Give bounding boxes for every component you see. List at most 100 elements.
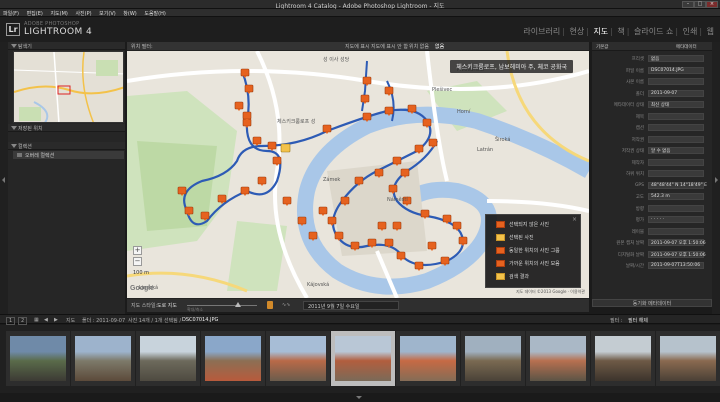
photo-pin[interactable] [360, 94, 370, 103]
photo-pin[interactable] [384, 238, 394, 247]
filter-not-visible[interactable]: 지도에 표시 안 함 [371, 43, 408, 50]
module-map[interactable]: 지도 [591, 27, 610, 36]
module-print[interactable]: 인쇄 [681, 27, 700, 36]
photo-pin[interactable] [257, 176, 267, 185]
menu-map[interactable]: 지도(M) [47, 9, 70, 17]
filter-select[interactable]: 필터 해제 [628, 317, 648, 324]
photo-pin[interactable] [458, 236, 468, 245]
filmstrip-thumbnail[interactable] [136, 331, 200, 386]
photo-pin[interactable] [392, 221, 402, 230]
photo-pin[interactable] [200, 211, 210, 220]
photo-pin[interactable] [242, 111, 252, 120]
metadata-value[interactable]: · · · · · [648, 216, 704, 223]
metadata-value[interactable]: 2011-09-07 [648, 89, 704, 97]
filmstrip-thumbnail[interactable] [331, 331, 395, 386]
filmstrip-thumbnail[interactable] [201, 331, 265, 386]
monitor-1-button[interactable]: 1 [6, 317, 16, 325]
metadata-value[interactable]: 2011-09-07 오후 1:50:06 [648, 239, 706, 246]
metadata-value[interactable] [648, 158, 704, 166]
right-panel-toggle[interactable] [712, 42, 720, 314]
collections-header[interactable]: 컬렉션 [8, 142, 125, 150]
photo-pin[interactable] [177, 186, 187, 195]
menu-file[interactable]: 파일(F) [0, 9, 22, 17]
metadata-value[interactable] [648, 227, 704, 235]
filmstrip-thumbnail[interactable] [396, 331, 460, 386]
menu-view[interactable]: 보기(V) [96, 9, 119, 17]
photo-pin[interactable] [442, 214, 452, 223]
tracklog-icon[interactable]: ∿∿ [282, 302, 290, 308]
metadata-value[interactable]: 알 수 없음 [648, 147, 704, 154]
photo-pin[interactable] [240, 68, 250, 77]
photo-pin[interactable] [244, 84, 254, 93]
photo-pin[interactable] [334, 231, 344, 240]
module-web[interactable]: 웹 [705, 27, 716, 36]
menu-window[interactable]: 창(W) [120, 9, 139, 17]
filmstrip-thumbnail[interactable] [461, 331, 525, 386]
map-style-select[interactable]: 도로 지도 [157, 302, 177, 309]
lock-icon[interactable] [267, 301, 273, 309]
photo-pin[interactable] [388, 184, 398, 193]
metadata-title[interactable]: 메타데이터 [676, 44, 697, 50]
filmstrip-thumbnail[interactable] [591, 331, 655, 386]
photo-pin[interactable] [322, 124, 332, 133]
metadata-value[interactable]: 2011-09-07T13:50:06 [648, 262, 704, 269]
metadata-value[interactable] [648, 135, 704, 143]
photo-pin[interactable] [374, 168, 384, 177]
filter-no-location[interactable]: 위치 없음 [409, 43, 429, 50]
map-view[interactable]: 성 이사 성당 체스키크룸로프 성 Latrán Horní Široká Náměstí… [127, 51, 589, 298]
module-develop[interactable]: 현상 [567, 27, 586, 36]
photo-pin[interactable] [340, 196, 350, 205]
photo-pin[interactable] [377, 221, 387, 230]
photo-pin[interactable] [428, 138, 438, 147]
navigator-header[interactable]: 탐색기 [8, 42, 125, 50]
metadata-value[interactable]: 최신 상태 [648, 101, 704, 108]
photo-pin[interactable] [217, 194, 227, 203]
photo-pin[interactable] [414, 261, 424, 270]
photo-pin[interactable] [252, 136, 262, 145]
photo-pin[interactable] [318, 206, 328, 215]
filmstrip-thumbnail[interactable] [526, 331, 590, 386]
metadata-value[interactable] [648, 170, 704, 177]
metadata-value[interactable]: 542.3 m [648, 193, 704, 200]
photo-pin[interactable] [384, 86, 394, 95]
minimize-button[interactable]: – [682, 1, 694, 8]
filmstrip-toggle[interactable] [0, 393, 720, 402]
photo-pin[interactable] [452, 221, 462, 230]
left-panel-toggle[interactable] [0, 42, 8, 314]
photo-pin[interactable] [367, 238, 377, 247]
metadata-value[interactable]: DSC07014.JPG [648, 66, 704, 74]
metadata-value[interactable]: 2011-09-07 오후 1:50:06 [648, 250, 706, 258]
close-button[interactable]: × [706, 1, 718, 8]
photo-pin[interactable] [420, 209, 430, 218]
metadata-preset[interactable]: 기본값 [596, 44, 608, 50]
maximize-button[interactable]: □ [694, 1, 706, 8]
filmstrip-source[interactable]: 지도 [66, 317, 75, 324]
photo-pin[interactable] [427, 241, 437, 250]
zoom-slider[interactable] [187, 305, 257, 306]
photo-pin[interactable] [407, 104, 417, 113]
filter-visible[interactable]: 지도에 표시 [345, 43, 370, 50]
photo-pin[interactable] [396, 251, 406, 260]
forward-arrow-icon[interactable]: ▶ [54, 317, 58, 323]
filter-none[interactable]: 없음 [435, 43, 444, 50]
filmstrip-thumbnail[interactable] [71, 331, 135, 386]
menu-photo[interactable]: 사진(P) [72, 9, 94, 17]
map-copyright[interactable]: 지도 데이터 ©2013 Google · 이용약관 [516, 289, 585, 295]
photo-pin[interactable] [350, 241, 360, 250]
photo-pin[interactable] [362, 76, 372, 85]
photo-pin[interactable] [414, 144, 424, 153]
photo-pin[interactable] [308, 231, 318, 240]
photo-pin[interactable] [354, 176, 364, 185]
metadata-value[interactable] [648, 78, 704, 85]
photo-pin[interactable] [234, 101, 244, 110]
filmstrip-thumbnail[interactable] [6, 331, 70, 386]
zoom-in-button[interactable]: + [133, 246, 142, 255]
monitor-2-button[interactable]: 2 [18, 317, 28, 325]
photo-pin[interactable] [267, 141, 277, 150]
menu-edit[interactable]: 편집(E) [24, 9, 46, 17]
photo-pin[interactable] [384, 106, 394, 115]
photo-pin[interactable] [392, 156, 402, 165]
saved-locations-header[interactable]: 저장된 위치 [8, 124, 125, 132]
metadata-value[interactable] [648, 112, 704, 120]
zoom-slider-knob[interactable] [235, 302, 241, 307]
